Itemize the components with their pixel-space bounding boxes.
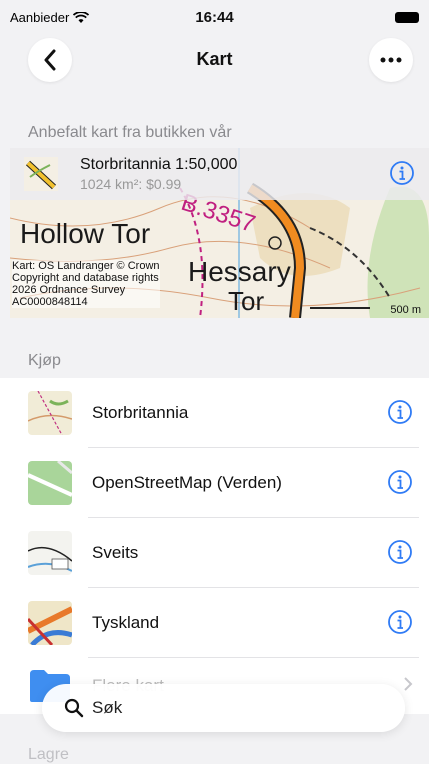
list-item-label: Storbritannia xyxy=(92,403,189,422)
buy-heading: Kjøp xyxy=(28,352,61,369)
chevron-right-icon xyxy=(404,677,413,691)
more-button[interactable] xyxy=(369,38,413,82)
map-label-tor: Tor xyxy=(228,286,265,316)
list-item-label: OpenStreetMap (Verden) xyxy=(92,473,282,492)
recommended-map-details: 1024 km²: $0.99 xyxy=(80,176,182,192)
map-credit: Kart: OS Landranger © Crown Copyright an… xyxy=(12,260,160,308)
info-icon[interactable] xyxy=(387,469,413,495)
list-item-label: Tyskland xyxy=(92,613,160,632)
recommended-map-card[interactable]: Hollow Tor Hessary Tor B.3357 Kart: OS L… xyxy=(10,148,429,318)
ellipsis-icon xyxy=(380,57,402,63)
save-heading: Lagre xyxy=(28,746,69,763)
clock: 16:44 xyxy=(195,9,234,26)
map-label-hessary: Hessary xyxy=(188,256,291,287)
map-scale: 500 m xyxy=(390,304,421,316)
germany-map-thumbnail-icon xyxy=(28,601,72,645)
credit-line: AC0000848114 xyxy=(12,296,88,308)
credit-line: 2026 Ordnance Survey xyxy=(12,284,126,296)
recommended-map-name: Storbritannia 1:50,000 xyxy=(80,156,238,173)
list-item-tyskland[interactable]: Tyskland xyxy=(0,588,429,658)
list-item-openstreetmap[interactable]: OpenStreetMap (Verden) xyxy=(0,448,429,518)
info-icon[interactable] xyxy=(387,399,413,425)
search-bar[interactable]: Søk xyxy=(42,684,405,732)
buy-list: Storbritannia OpenStreetMap (Verden) Sve… xyxy=(0,378,429,714)
list-item-storbritannia[interactable]: Storbritannia xyxy=(0,378,429,448)
osm-map-thumbnail-icon xyxy=(28,461,72,505)
list-item-label: Sveits xyxy=(92,543,139,562)
search-placeholder: Søk xyxy=(92,698,123,717)
navigation-bar: Kart xyxy=(0,36,429,86)
info-icon[interactable] xyxy=(387,609,413,635)
swiss-map-thumbnail-icon xyxy=(28,531,72,575)
map-label-hollow-tor: Hollow Tor xyxy=(20,218,151,249)
recommended-heading: Anbefalt kart fra butikken vår xyxy=(28,124,232,141)
info-icon[interactable] xyxy=(387,539,413,565)
credit-line: Copyright and database rights xyxy=(12,272,159,284)
map-thumbnail xyxy=(24,157,58,191)
credit-line: Kart: OS Landranger © Crown xyxy=(12,260,160,272)
info-icon[interactable] xyxy=(389,160,415,186)
search-icon xyxy=(64,698,84,718)
status-bar: Aanbieder 16:44 xyxy=(0,0,429,34)
uk-map-thumbnail-icon xyxy=(28,391,72,435)
battery-icon xyxy=(395,12,419,23)
list-item-sveits[interactable]: Sveits xyxy=(0,518,429,588)
page-title: Kart xyxy=(196,49,233,69)
recommended-banner: Storbritannia 1:50,000 1024 km²: $0.99 xyxy=(10,148,429,200)
